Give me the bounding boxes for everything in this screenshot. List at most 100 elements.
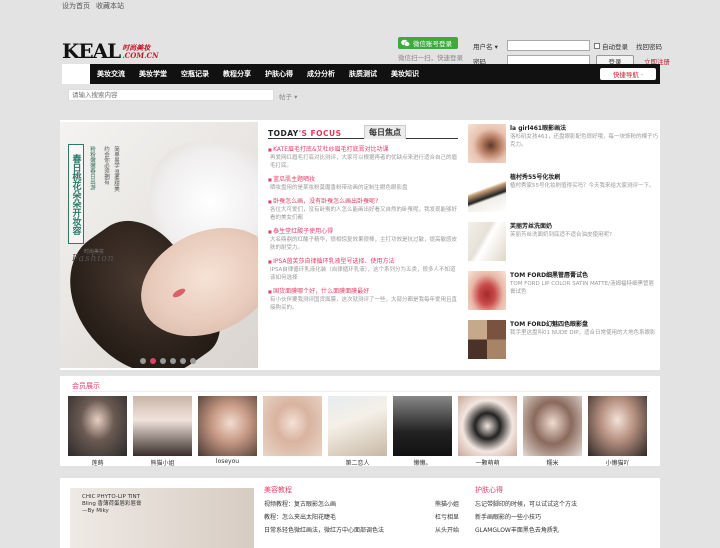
skincare-title[interactable]: 护肤心得 xyxy=(475,484,577,497)
slider-dot[interactable] xyxy=(180,358,186,364)
tutorial-link[interactable]: 日常系轻色微红画法，微红方中心面部调色法 xyxy=(264,524,384,537)
avatar[interactable] xyxy=(68,396,127,456)
nav-item-6[interactable]: 成分分析 xyxy=(300,69,342,79)
member-name[interactable]: 第二恋人 xyxy=(328,458,387,467)
member-card[interactable]: 第二恋人 xyxy=(328,396,387,467)
nav-item-3[interactable]: 空瓶记录 xyxy=(174,69,216,79)
member-name[interactable]: 熊猫小姐 xyxy=(133,458,192,467)
member-name[interactable]: 莲蒔 xyxy=(68,458,127,467)
chevron-down-icon[interactable]: ▾ xyxy=(495,43,498,51)
search-type-select[interactable]: 帖子 ▾ xyxy=(279,91,297,101)
avatar[interactable] xyxy=(133,396,192,456)
today-focus: TODAY'S FOCUS 每日焦点 KATE眉毛打底&艾杜纱眉毛打底膏对比功课… xyxy=(268,124,458,317)
news-title[interactable]: 卧蚕怎么画，没有卧蚕怎么画出卧蚕呢? xyxy=(268,197,458,206)
bookmark-link[interactable]: 收藏本站 xyxy=(96,1,124,11)
avatar[interactable] xyxy=(328,396,387,456)
promo-line-2: Bling 香薄荷蛋唇彩唇膏 xyxy=(82,501,142,507)
side-title[interactable]: TOM FORD幻魅四色眼影盘 xyxy=(510,320,656,329)
slider-dot[interactable] xyxy=(170,358,176,364)
member-card[interactable]: 熊猫小姐 xyxy=(133,396,192,467)
news-desc: 大名鼎鼎的红酸子精华，很相惊复效果很棒，主打功效是抗过敏，提高敏感皮肤的耐受力。 xyxy=(270,237,458,251)
focus-header: TODAY'S FOCUS 每日焦点 xyxy=(268,124,458,139)
slider-dot-active[interactable] xyxy=(150,358,156,364)
nav-home[interactable] xyxy=(62,64,90,84)
skincare-link[interactable]: 忘记带脚印的时候，可以试试这个方法 xyxy=(475,498,577,511)
nav-item-7[interactable]: 肤质测试 xyxy=(342,69,384,79)
author-link[interactable]: 熊猫小姐 xyxy=(435,498,459,511)
tutorial-title[interactable]: 美容教程 xyxy=(264,484,384,497)
member-card[interactable]: 小懒猫吖 xyxy=(588,396,647,467)
list-item: 泰生堂红酸子使用心得大名鼎鼎的红酸子精华，很相惊复效果很棒，主打功效是抗过敏，提… xyxy=(268,227,458,252)
news-title[interactable]: 泰生堂红酸子使用心得 xyxy=(268,227,458,236)
skincare-link[interactable]: GLAMGLOW丰面黑色去角质乳 xyxy=(475,524,577,537)
author-column: 熊猫小姐 杠亏相显 从头开始 xyxy=(435,498,459,537)
skincare-link[interactable]: 新手画眼影的一些小技巧 xyxy=(475,511,577,524)
banner-caption-2: 约会你必须拥有 xyxy=(103,146,109,185)
list-item: 蓝瓜肌主题晒妆晒妆盘用的是某妆粉莫魔香粉带动画的定制生眼色眼影盘 xyxy=(268,175,458,192)
username-input[interactable] xyxy=(507,40,590,51)
member-card[interactable]: 懒懒。 xyxy=(393,396,452,467)
author-link[interactable]: 从头开始 xyxy=(435,524,459,537)
thumbnail-brush[interactable] xyxy=(468,173,506,212)
nav-item-4[interactable]: 教程分享 xyxy=(216,69,258,79)
member-card[interactable]: 糯米 xyxy=(523,396,582,467)
side-title[interactable]: 植村秀55号化妆刷 xyxy=(510,173,655,182)
list-item[interactable]: la girl461眼影画法 洛杉矶女孩461，还盘眼影配色很好哦，每一块饰粉的棵… xyxy=(468,124,658,163)
list-item[interactable]: TOM FORD幻魅四色眼影盘 我手里这盘叫01 NUDE DIP，适合日常使用的… xyxy=(468,320,658,359)
forgot-password-link[interactable]: 找回密码 xyxy=(636,41,662,51)
avatar[interactable] xyxy=(263,396,322,456)
site-logo[interactable]: KEAL 时尚美妆 .COM.CN xyxy=(62,41,158,61)
side-article-list: la girl461眼影画法 洛杉矶女孩461，还盘眼影配色很好哦，每一块饰粉的棵… xyxy=(468,124,658,369)
tutorial-column: 美容教程 视频教程：复古眼影怎么画 教程：怎么夹出太阳花睫毛 日常系轻色微红画法… xyxy=(264,484,384,537)
nav-item-8[interactable]: 美妆知识 xyxy=(384,69,426,79)
member-name[interactable]: 懒懒。 xyxy=(393,458,452,467)
side-title[interactable]: la girl461眼影画法 xyxy=(510,124,658,133)
quick-nav-button[interactable]: 快捷导航 · xyxy=(600,68,656,80)
member-card[interactable] xyxy=(263,396,322,458)
nav-item-1[interactable]: 美妆交流 xyxy=(90,69,132,79)
member-card[interactable]: 莲蒔 xyxy=(68,396,127,467)
set-home-link[interactable]: 设为首页 xyxy=(62,1,90,11)
member-card[interactable]: loseyou xyxy=(198,396,257,465)
side-title[interactable]: 芙丽芳丝洗面奶 xyxy=(510,222,612,231)
avatar[interactable] xyxy=(458,396,517,456)
member-name[interactable]: loseyou xyxy=(198,458,257,465)
slider-dot[interactable] xyxy=(190,358,196,364)
news-title[interactable]: 蓝瓜肌主题晒妆 xyxy=(268,175,458,184)
news-title[interactable]: 国货面膜哪个好，什么面膜面膜最好 xyxy=(268,287,458,296)
avatar[interactable] xyxy=(523,396,582,456)
news-title[interactable]: IPSA茵芙莎自律循环乳液型号选择、使用方法 xyxy=(268,257,458,266)
member-card[interactable]: 一颗萌萌 xyxy=(458,396,517,467)
nav-item-2[interactable]: 美妆学堂 xyxy=(132,69,174,79)
slider-dot[interactable] xyxy=(140,358,146,364)
banner-slider[interactable]: 春日桃花朵朵开妆容 粉粉嫩嫩春日出游 约会你必须拥有 简单易学 温柔甜美 时尚美… xyxy=(60,122,258,368)
list-item[interactable]: 植村秀55号化妆刷 植村秀家55号化妆刷值得买吗？今天我来给大家测评一下。 xyxy=(468,173,658,212)
list-item[interactable]: 芙丽芳丝洗面奶 芙丽芳丝洗面奶到底适不适合油皮使用呢? xyxy=(468,222,658,261)
avatar[interactable] xyxy=(393,396,452,456)
side-title[interactable]: TOM FORD细黑管唇膏试色 xyxy=(510,271,658,280)
member-name[interactable]: 小懒猫吖 xyxy=(588,458,647,467)
banner-caption-1: 粉粉嫩嫩春日出游 xyxy=(89,146,95,190)
avatar[interactable] xyxy=(588,396,647,456)
divider xyxy=(72,391,650,392)
search-input[interactable] xyxy=(68,89,274,101)
nav-item-5[interactable]: 护肤心得 xyxy=(258,69,300,79)
promo-image[interactable]: CHIC PHYTO-LIP TINT Bling 香薄荷蛋唇彩唇膏 —By Mik… xyxy=(70,488,254,548)
tutorial-link[interactable]: 教程：怎么夹出太阳花睫毛 xyxy=(264,511,384,524)
avatar[interactable] xyxy=(198,396,257,456)
promo-text: CHIC PHYTO-LIP TINT Bling 香薄荷蛋唇彩唇膏 —By Mik… xyxy=(82,494,142,515)
thumbnail-eye[interactable] xyxy=(468,124,506,163)
thumbnail-palette[interactable] xyxy=(468,320,506,359)
list-item[interactable]: TOM FORD细黑管唇膏试色 TOM FORD LIP COLOR SATIN … xyxy=(468,271,658,310)
wechat-login-button[interactable]: 微信账号登录 xyxy=(398,37,458,49)
tutorial-link[interactable]: 视频教程：复古眼影怎么画 xyxy=(264,498,384,511)
slider-dot[interactable] xyxy=(160,358,166,364)
author-link[interactable]: 杠亏相显 xyxy=(435,511,459,524)
thumbnail-lips[interactable] xyxy=(468,271,506,310)
news-title[interactable]: KATE眉毛打底&艾杜纱眉毛打底膏对比功课 xyxy=(268,145,458,154)
logo-sub: 时尚美妆 .COM.CN xyxy=(122,44,158,60)
member-name[interactable]: 糯米 xyxy=(523,458,582,467)
member-name[interactable]: 一颗萌萌 xyxy=(458,458,517,467)
remember-checkbox[interactable] xyxy=(594,42,600,49)
thumbnail-cleanser[interactable] xyxy=(468,222,506,261)
